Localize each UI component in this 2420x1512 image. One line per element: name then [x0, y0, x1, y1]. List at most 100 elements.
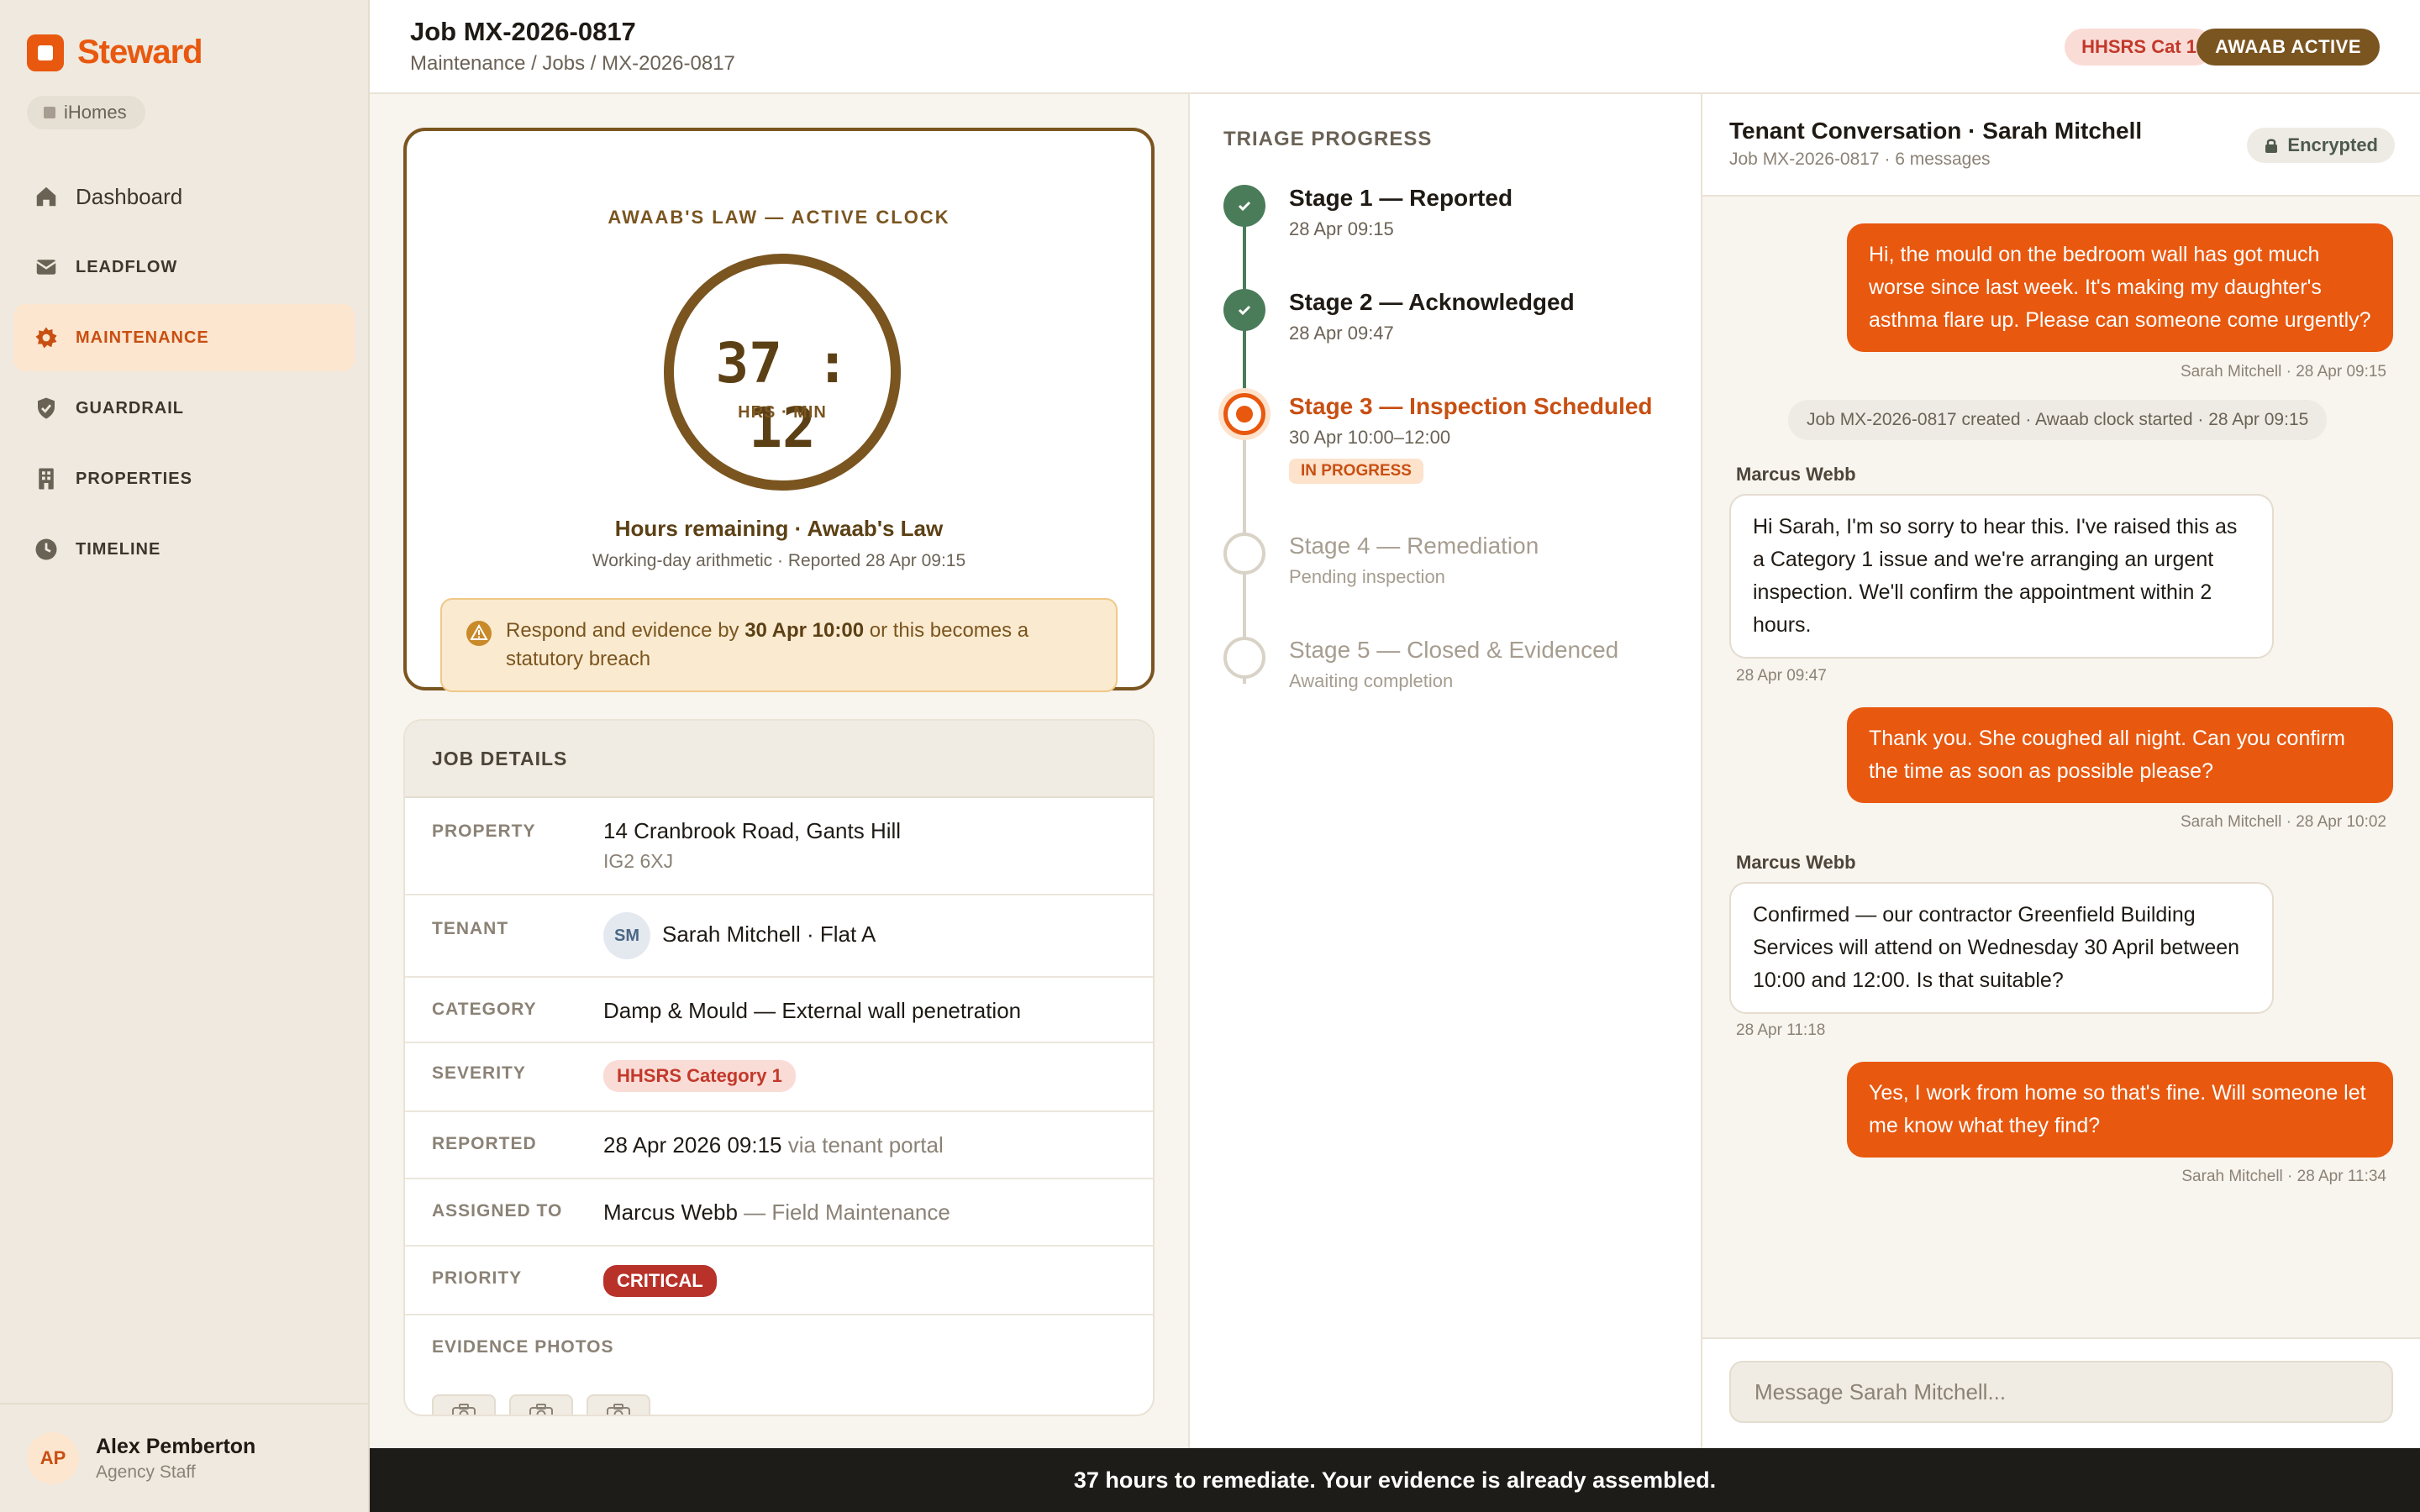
stage-title: Stage 2 — Acknowledged: [1289, 289, 1575, 315]
stage-title: Stage 1 — Reported: [1289, 185, 1513, 211]
stage-date: 30 Apr 10:00–12:00: [1289, 427, 1451, 448]
brand-mark-icon: [27, 34, 64, 71]
page-title: Job MX-2026-0817: [410, 17, 636, 46]
lock-icon: [2265, 139, 2278, 153]
tenant-conversation-panel: Tenant Conversation · Sarah Mitchell Job…: [1702, 94, 2420, 1448]
page-header: Job MX-2026-0817 Maintenance / Jobs / MX…: [370, 0, 2420, 94]
encrypted-badge: Encrypted: [2247, 128, 2395, 163]
sidebar-item-timeline[interactable]: TIMELINE: [13, 516, 355, 583]
conversation-header: Tenant Conversation · Sarah Mitchell Job…: [1702, 94, 2420, 197]
clock-heading: AWAAB'S LAW — ACTIVE CLOCK: [608, 207, 950, 228]
breach-warning: Respond and evidence by 30 Apr 10:00 or …: [440, 598, 1118, 692]
severity-value: HHSRS Category 1: [603, 1060, 796, 1092]
bottom-banner: 37 hours to remediate. Your evidence is …: [370, 1448, 2420, 1512]
sidebar-item-leadflow[interactable]: LEADFLOW: [13, 234, 355, 301]
user-role: Agency Staff: [96, 1462, 196, 1482]
message-meta: Sarah Mitchell · 28 Apr 11:34: [2181, 1168, 2386, 1185]
countdown-unit: HRS · MIN: [738, 403, 827, 422]
pending-stage-icon: [1223, 533, 1265, 575]
conversation-sub: Job MX-2026-0817 · 6 messages: [1729, 150, 1991, 169]
home-icon: [34, 184, 59, 209]
reported-via: via tenant portal: [781, 1132, 944, 1158]
clock-icon: [34, 537, 59, 562]
stage-date: 28 Apr 09:47: [1289, 323, 1394, 344]
job-details-card: JOB DETAILS PROPERTY 14 Cranbrook Road, …: [403, 719, 1155, 1416]
detail-label: TENANT: [432, 919, 509, 938]
sidebar-item-guardrail[interactable]: GUARDRAIL: [13, 375, 355, 442]
conversation-title: Tenant Conversation · Sarah Mitchell: [1729, 118, 2143, 144]
message-sender: Marcus Webb: [1736, 852, 1856, 873]
encrypted-label: Encrypted: [2287, 134, 2378, 155]
awaab-clock-card: AWAAB'S LAW — ACTIVE CLOCK 37 : 12 HRS ·…: [403, 128, 1155, 692]
org-name: iHomes: [64, 102, 127, 123]
org-icon: [44, 107, 55, 118]
sidebar-item-label: GUARDRAIL: [76, 398, 184, 417]
check-icon: [1223, 185, 1265, 227]
detail-row-category: CATEGORY Damp & Mould — External wall pe…: [405, 978, 1153, 1043]
detail-label: ASSIGNED TO: [432, 1201, 563, 1221]
countdown-ring: 37 : 12 HRS · MIN: [664, 254, 901, 491]
detail-label: PRIORITY: [432, 1268, 523, 1288]
sidebar-item-properties[interactable]: PROPERTIES: [13, 445, 355, 512]
awaab-status-badge: AWAAB ACTIVE: [2196, 29, 2380, 66]
detail-label: EVIDENCE PHOTOS: [432, 1337, 614, 1357]
detail-label: CATEGORY: [432, 1000, 537, 1019]
org-switcher[interactable]: iHomes: [27, 96, 145, 129]
evidence-photo-slot[interactable]: [509, 1394, 573, 1415]
stage-title: Stage 3 — Inspection Scheduled: [1289, 393, 1653, 419]
stage-title: Stage 4 — Remediation: [1289, 533, 1539, 559]
message-bubble-tenant: Yes, I work from home so that's fine. Wi…: [1847, 1062, 2393, 1158]
detail-row-assigned: ASSIGNED TO Marcus Webb — Field Maintena…: [405, 1179, 1153, 1247]
inbox-icon: [34, 255, 59, 280]
status-badge: IN PROGRESS: [1289, 459, 1423, 484]
severity-badge: HHSRS Category 1: [603, 1060, 796, 1092]
evidence-photo-slot[interactable]: [432, 1394, 496, 1415]
hours-remaining-sub: Working-day arithmetic · Reported 28 Apr…: [592, 551, 966, 570]
message-bubble-staff: Confirmed — our contractor Greenfield Bu…: [1729, 882, 2274, 1014]
detail-label: PROPERTY: [432, 822, 536, 841]
detail-row-reported: REPORTED 28 Apr 2026 09:15 via tenant po…: [405, 1112, 1153, 1179]
check-icon: [1223, 289, 1265, 331]
hours-remaining-label: Hours remaining · Awaab's Law: [614, 516, 944, 541]
gear-icon: [34, 325, 59, 350]
property-address[interactable]: 14 Cranbrook Road, Gants Hill: [603, 818, 901, 844]
sidebar: Steward iHomes Dashboard LEADFLOW MAINTE…: [0, 0, 370, 1512]
shield-check-icon: [34, 396, 59, 421]
user-name: Alex Pemberton: [96, 1434, 256, 1458]
brand-logo[interactable]: Steward: [27, 34, 203, 71]
main-nav: Dashboard LEADFLOW MAINTENANCE GUARDRAIL…: [13, 163, 355, 586]
building-icon: [34, 466, 59, 491]
detail-label: REPORTED: [432, 1134, 537, 1153]
sidebar-item-maintenance[interactable]: MAINTENANCE: [13, 304, 355, 371]
evidence-photo-slot[interactable]: [587, 1394, 650, 1415]
tenant-name: Sarah Mitchell · Flat A: [662, 921, 876, 947]
sidebar-item-label: MAINTENANCE: [76, 328, 209, 347]
category-badge: HHSRS Cat 1: [2065, 29, 2213, 66]
assignee-name: Marcus Webb: [603, 1200, 738, 1225]
detail-row-severity: SEVERITY HHSRS Category 1: [405, 1043, 1153, 1112]
breadcrumb[interactable]: Maintenance / Jobs / MX-2026-0817: [410, 52, 735, 76]
reported-date: 28 Apr 2026 09:15: [603, 1132, 782, 1158]
sidebar-item-dashboard[interactable]: Dashboard: [13, 163, 355, 230]
job-overview-column: AWAAB'S LAW — ACTIVE CLOCK 37 : 12 HRS ·…: [370, 94, 1190, 1448]
warning-icon: [466, 621, 492, 646]
reported-value: 28 Apr 2026 09:15 via tenant portal: [603, 1132, 944, 1158]
message-sender: Marcus Webb: [1736, 464, 1856, 485]
avatar: AP: [27, 1432, 79, 1484]
camera-icon: [452, 1404, 476, 1415]
stage-date: Pending inspection: [1289, 566, 1445, 587]
brand-name: Steward: [77, 34, 203, 71]
sidebar-item-label: LEADFLOW: [76, 257, 178, 276]
warning-text-prefix: Respond and evidence by: [506, 619, 745, 642]
current-stage-icon: [1223, 393, 1265, 435]
tenant-value[interactable]: SM Sarah Mitchell · Flat A: [603, 912, 876, 959]
user-profile[interactable]: AP Alex Pemberton Agency Staff: [0, 1403, 370, 1512]
sidebar-item-label: TIMELINE: [76, 539, 161, 559]
assigned-value[interactable]: Marcus Webb — Field Maintenance: [603, 1200, 950, 1226]
message-input[interactable]: [1729, 1361, 2393, 1423]
detail-row-evidence: EVIDENCE PHOTOS: [405, 1315, 1153, 1415]
tenant-avatar: SM: [603, 912, 650, 959]
sidebar-item-label: Dashboard: [76, 183, 183, 209]
detail-row-property: PROPERTY 14 Cranbrook Road, Gants Hill I…: [405, 798, 1153, 895]
property-postcode: IG2 6XJ: [603, 850, 674, 872]
